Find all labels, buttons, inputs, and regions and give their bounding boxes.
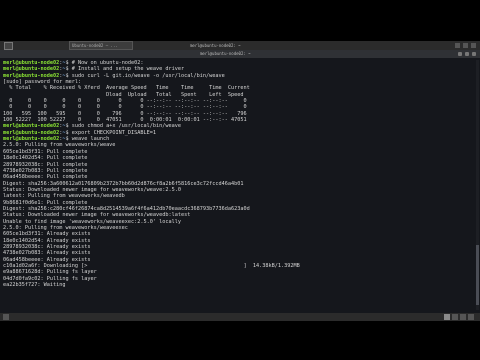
output-text: Status: Downloaded newer image for weave…: [3, 186, 182, 193]
output-text: % Total % Received % Xferd Average Speed…: [3, 85, 250, 92]
output-text: 0 0 0 0 0 0 0 0 --:--:-- --:--:-- --:--:…: [3, 104, 247, 111]
output-text: 18e0c1402d54: Already exists: [3, 237, 91, 244]
workspace-button[interactable]: [460, 314, 466, 320]
output-text: 4738e027b083: Already exists: [3, 250, 91, 257]
shell-prompt-user: merl@ubuntu-node02: [3, 136, 60, 143]
top-panel: Ubuntu-node02 — ... merl@ubuntu-node02: …: [0, 41, 480, 50]
shell-command: sudo chmod a+x /usr/local/bin/weave: [71, 123, 182, 130]
output-text: Digest: sha256:c280cf46f26874ca8d2514539…: [3, 205, 250, 212]
terminal-app-icon[interactable]: [4, 41, 13, 50]
output-text: Status: Downloaded newer image for weave…: [3, 212, 191, 219]
terminal-window[interactable]: merl@ubuntu-node02: ~ merl@ubuntu-node02…: [0, 50, 480, 313]
shell-prompt-user: merl@ubuntu-node02: [3, 129, 60, 136]
power-icon[interactable]: [471, 43, 476, 48]
output-text: Dload Upload Total Spent Left Speed: [3, 91, 244, 98]
close-icon[interactable]: [472, 52, 476, 56]
workspace-button[interactable]: [452, 314, 458, 320]
output-text: 2.5.0: Pulling from weaveworks/weave: [3, 142, 116, 149]
minimize-icon[interactable]: [458, 52, 462, 56]
output-text: 605ce1bd3f31: Pull complete: [3, 148, 88, 155]
output-text: latest: Pulling from weaveworks/weavedb: [3, 193, 125, 200]
shell-prompt-user: merl@ubuntu-node02: [3, 60, 60, 66]
output-text: 0 0 0 0 0 0 0 0 --:--:-- --:--:-- --:--:…: [3, 98, 247, 105]
output-text: ea22b35f727: Waiting: [3, 282, 66, 289]
output-text: 18e0c1402d54: Pull complete: [3, 155, 88, 162]
output-text: 06ad458beeee: Pull complete: [3, 174, 88, 181]
output-text: 04d7d0fa9c02: Pulling fs layer: [3, 275, 97, 282]
terminal-scrollbar[interactable]: [476, 60, 479, 310]
output-text: 28978932038c: Pull complete: [3, 161, 88, 168]
output-text: 605ce1bd3f31: Already exists: [3, 231, 91, 238]
terminal-title: merl@ubuntu-node02: ~: [200, 51, 251, 56]
shell-prompt-user: merl@ubuntu-node02: [3, 72, 60, 79]
output-text: 4738e027b083: Pull complete: [3, 167, 88, 174]
output-text: 06ad458beeee: Already exists: [3, 256, 91, 263]
output-text: [sudo] password for merl:: [3, 79, 82, 86]
output-text: 2.5.0: Pulling from weaveworks/weaveexec: [3, 224, 128, 231]
shell-command: weave launch: [71, 136, 110, 143]
maximize-icon[interactable]: [465, 52, 469, 56]
output-text: e9a88671628d: Pulling fs layer: [3, 269, 97, 276]
output-text: 100 52227 100 52227 0 0 47051 0 0:00:01 …: [3, 117, 247, 124]
terminal-titlebar[interactable]: merl@ubuntu-node02: ~: [0, 50, 480, 58]
workspace-button[interactable]: [468, 314, 474, 320]
output-text: 100 595 100 595 0 0 796 0 --:--:-- --:--…: [3, 110, 247, 117]
shell-command: sudo curl -L git.io/weave -o /usr/local/…: [71, 72, 225, 79]
shell-prompt-user: merl@ubuntu-node02: [3, 66, 60, 73]
output-text: 9b8681f0d6e1: Pull complete: [3, 199, 88, 206]
output-text: c10a1d02a6f: Downloading [> ] 14.38kB/1.…: [3, 263, 300, 269]
workspace-button[interactable]: [444, 314, 450, 320]
bottom-panel: [0, 313, 480, 321]
shell-command: # Install and setup the weave driver: [71, 66, 185, 73]
window-controls: [458, 52, 476, 56]
output-text: Unable to find image 'weaveworks/weaveex…: [3, 218, 182, 225]
network-icon[interactable]: [455, 43, 460, 48]
scrollbar-thumb[interactable]: [476, 245, 479, 305]
terminal-line: ea22b35f727: Waiting: [3, 282, 473, 288]
shell-prompt-user: merl@ubuntu-node02: [3, 123, 60, 130]
shell-command: export CHECKPOINT_DISABLE=1: [71, 129, 157, 136]
panel-tray: [455, 43, 476, 48]
taskbar-window-tab[interactable]: Ubuntu-node02 — ...: [69, 41, 133, 50]
volume-icon[interactable]: [463, 43, 468, 48]
output-text: Digest: sha256:3a600612a0176809b2372b7bb…: [3, 180, 244, 187]
workspace-switcher[interactable]: [444, 314, 474, 320]
panel-window-title: merl@ubuntu-node02: ~: [190, 43, 241, 48]
terminal-output[interactable]: merl@ubuntu-node02:~$ # Now on ubuntu-no…: [3, 60, 473, 310]
show-desktop-icon[interactable]: [3, 314, 9, 320]
shell-command: # Now on ubuntu-node02:: [71, 60, 144, 66]
desktop: Ubuntu-node02 — ... merl@ubuntu-node02: …: [0, 0, 480, 360]
output-text: 28978932038c: Already exists: [3, 243, 91, 250]
